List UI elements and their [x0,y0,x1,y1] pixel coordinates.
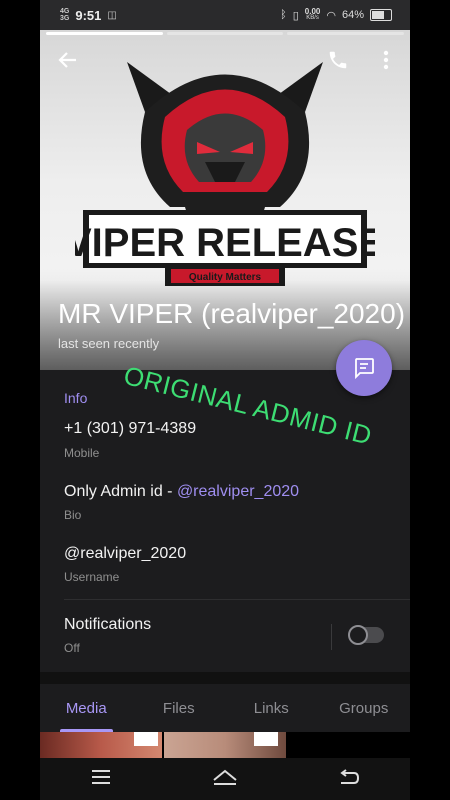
notifications-state: Off [64,641,80,655]
bluetooth-icon: ᛒ [280,9,287,21]
vibrate-icon: ▯ [292,9,299,22]
back-nav-button[interactable] [339,768,360,791]
section-gap [40,672,410,684]
net-speed: 0.00 KB/s [305,8,321,22]
call-button[interactable] [322,44,354,76]
return-icon [340,768,360,784]
battery-icon [370,9,392,21]
phone-icon [329,51,347,69]
net-speed-value: 0.00 [304,7,321,16]
toggle-knob [348,625,368,645]
menu-button[interactable] [91,769,111,790]
tab-media[interactable]: Media [40,684,133,732]
media-grid [40,732,410,758]
story-segment-3 [287,32,405,35]
story-segment-2 [166,32,284,35]
section-divider [64,599,410,600]
status-bar: 4G 3G 9:51 ◫ ᛒ ▯ 0.00 KB/s ◠ 64% [40,0,410,30]
profile-screen: 4G 3G 9:51 ◫ ᛒ ▯ 0.00 KB/s ◠ 64% VIPER R… [40,0,410,800]
network-1: 4G [60,8,70,15]
tab-groups[interactable]: Groups [318,684,411,732]
menu-icon [91,769,110,784]
tab-links[interactable]: Links [225,684,318,732]
thumbnail-overlay [134,732,158,746]
bio-label: Bio [64,508,82,522]
story-progress [46,32,405,35]
network-indicator: 4G 3G [60,8,69,22]
profile-name: MR VIPER (realviper_2020) [58,298,406,329]
username-value[interactable]: @realviper_2020 [64,545,186,563]
thumbnail-overlay [254,732,278,746]
notifications-label[interactable]: Notifications [64,616,151,634]
more-vert-icon [383,50,389,70]
username-label: Username [64,570,120,584]
media-thumbnail[interactable] [164,732,286,758]
notifications-toggle[interactable] [348,625,384,645]
phone-label: Mobile [64,446,100,460]
home-icon [213,769,237,785]
media-thumbnail[interactable] [288,732,410,758]
back-arrow-icon [58,52,76,68]
bio-link[interactable]: @realviper_2020 [177,483,299,500]
wifi-icon: ◠ [326,9,336,22]
bio-text[interactable]: Only Admin id - @realviper_2020 [64,483,299,501]
profile-header: VIPER RELEASE Quality Matters MR VIPER (… [40,30,410,370]
shared-media-tabs: Media Files Links Groups [40,684,410,732]
home-button[interactable] [212,768,238,791]
viper-logo: VIPER RELEASE Quality Matters [75,62,375,286]
net-speed-unit: KB/s [306,15,319,21]
send-message-button[interactable] [336,340,392,396]
toggle-separator [331,624,332,650]
message-icon [355,358,374,380]
bio-prefix: Only Admin id - [64,483,177,500]
story-segment-1 [46,32,163,35]
battery-percent: 64% [341,9,364,21]
back-button[interactable] [52,44,84,76]
tab-files[interactable]: Files [133,684,226,732]
network-2: 3G [60,15,70,22]
system-nav-bar [40,758,410,800]
logo-text: VIPER RELEASE [75,221,375,265]
info-title: Info [64,390,88,406]
clock: 9:51 [75,7,102,23]
phone-number[interactable]: +1 (301) 971-4389 [64,420,196,438]
last-seen-status: last seen recently [58,336,160,351]
more-options-button[interactable] [370,44,402,76]
media-thumbnail[interactable] [40,732,162,758]
nfc-icon: ◫ [107,9,117,21]
